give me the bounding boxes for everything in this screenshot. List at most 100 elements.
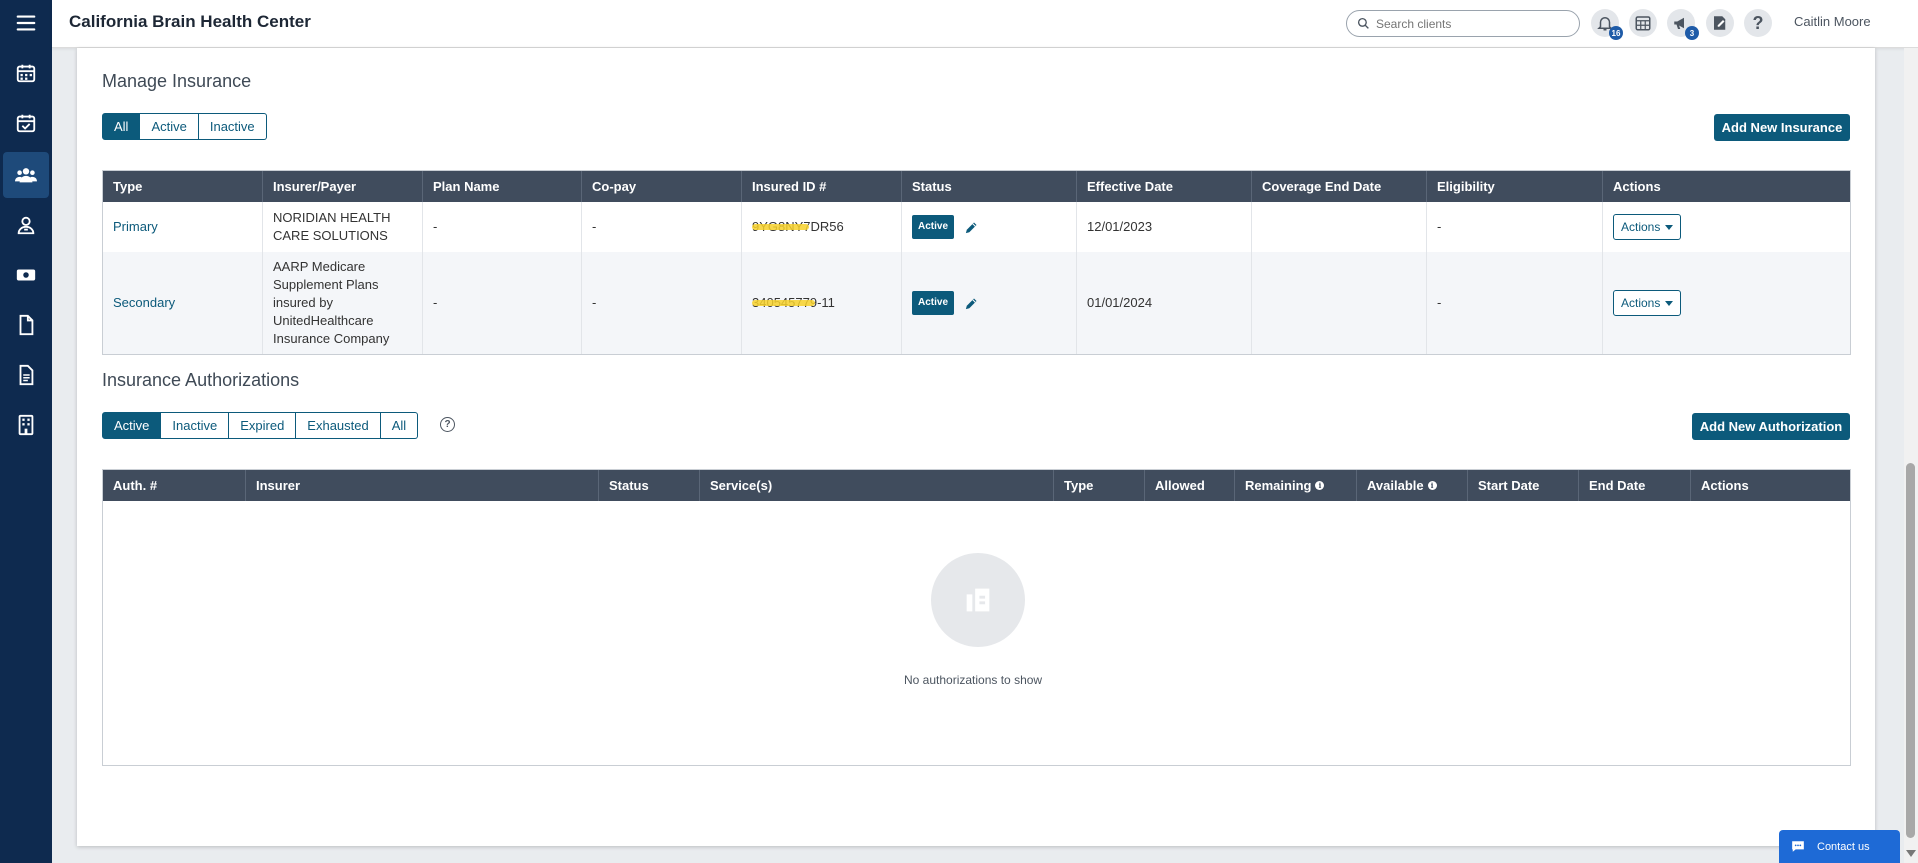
sidebar-item-calendar[interactable]: [0, 50, 52, 96]
col-insured-id[interactable]: Insured ID #: [742, 171, 902, 202]
status-badge: Active: [912, 215, 955, 239]
help-icon: ?: [1752, 12, 1764, 33]
insured-id-cell: 9YG8NY7DR56: [742, 202, 902, 252]
actions-label: Actions: [1621, 296, 1661, 310]
col-copay[interactable]: Co-pay: [582, 171, 742, 202]
notifications-badge: 16: [1609, 26, 1623, 40]
status-cell: Active: [902, 202, 1077, 252]
empty-state-message: No authorizations to show: [904, 673, 1043, 687]
auth-filter-active[interactable]: Active: [102, 412, 162, 439]
col-status[interactable]: Status: [902, 171, 1077, 202]
col-allowed[interactable]: Allowed: [1145, 470, 1235, 501]
redaction-mark: [752, 300, 815, 306]
row-actions-dropdown[interactable]: Actions: [1613, 290, 1682, 316]
col-services[interactable]: Service(s): [700, 470, 1054, 501]
copay-cell: -: [582, 202, 742, 252]
search-icon: [1357, 17, 1369, 29]
signature-icon: [1714, 16, 1726, 30]
manage-insurance-title: Manage Insurance: [102, 71, 252, 91]
eligibility-cell: -: [1427, 252, 1603, 354]
row-actions-dropdown[interactable]: Actions: [1613, 214, 1682, 240]
report-icon: [19, 364, 34, 386]
col-type[interactable]: Type: [103, 171, 263, 202]
pencil-icon[interactable]: [964, 296, 979, 311]
sidebar-item-appointments[interactable]: [0, 100, 52, 146]
sidebar-item-settings[interactable]: [0, 402, 52, 448]
announcements-button[interactable]: 3: [1667, 9, 1699, 40]
search-input[interactable]: [1376, 16, 1566, 31]
help-button[interactable]: ?: [1744, 9, 1772, 37]
plan-name-cell: -: [423, 252, 582, 354]
calendar-icon: [16, 64, 36, 83]
col-effective-date[interactable]: Effective Date: [1077, 171, 1252, 202]
status-badge: Active: [912, 291, 955, 315]
sidebar-item-documents[interactable]: [0, 302, 52, 348]
info-icon[interactable]: i: [1427, 481, 1437, 490]
help-circle-icon[interactable]: ?: [440, 417, 455, 432]
app-title: California Brain Health Center: [69, 12, 311, 31]
authorization-filter-group: Active Inactive Expired Exhausted All: [102, 412, 419, 439]
info-icon[interactable]: i: [1315, 481, 1325, 490]
sidebar-item-billing[interactable]: [0, 252, 52, 298]
insurance-filter-all[interactable]: All: [102, 113, 141, 140]
status-cell: Active: [902, 252, 1077, 354]
insurance-filter-active[interactable]: Active: [140, 113, 199, 140]
auth-filter-all[interactable]: All: [380, 412, 419, 439]
auth-filter-exhausted[interactable]: Exhausted: [296, 412, 381, 439]
authorizations-table-header: Auth. # Insurer Status Service(s) Type A…: [103, 470, 1850, 501]
insurance-filter-group: All Active Inactive: [102, 113, 267, 140]
effective-date-cell: 01/01/2024: [1077, 252, 1252, 354]
col-remaining[interactable]: Remaining i: [1235, 470, 1357, 501]
menu-icon: [16, 15, 36, 31]
col-type[interactable]: Type: [1054, 470, 1145, 501]
col-available-label: Available: [1367, 478, 1424, 493]
contact-us-button[interactable]: Contact us: [1779, 830, 1900, 863]
authorizations-table: Auth. # Insurer Status Service(s) Type A…: [102, 469, 1851, 766]
contact-us-label: Contact us: [1817, 840, 1870, 853]
insurance-table: Type Insurer/Payer Plan Name Co-pay Insu…: [102, 170, 1851, 355]
client-search[interactable]: [1346, 10, 1580, 37]
col-status[interactable]: Status: [599, 470, 700, 501]
col-insurer[interactable]: Insurer/Payer: [263, 171, 423, 202]
caret-down-icon: [1665, 300, 1674, 306]
signatures-button[interactable]: [1706, 9, 1734, 37]
auth-filter-expired[interactable]: Expired: [229, 412, 297, 439]
scroll-down-arrow-icon[interactable]: [1906, 850, 1916, 857]
pencil-icon[interactable]: [964, 220, 979, 235]
sidebar-item-clients[interactable]: [3, 152, 49, 198]
add-new-insurance-button[interactable]: Add New Insurance: [1714, 114, 1850, 141]
empty-document-icon: [966, 588, 990, 612]
insurance-table-header: Type Insurer/Payer Plan Name Co-pay Insu…: [103, 171, 1850, 202]
col-end-date[interactable]: End Date: [1579, 470, 1691, 501]
coverage-end-date-cell: [1252, 202, 1427, 252]
menu-button[interactable]: [0, 0, 52, 46]
col-coverage-end-date[interactable]: Coverage End Date: [1252, 171, 1427, 202]
col-available[interactable]: Available i: [1357, 470, 1468, 501]
actions-cell: Actions: [1603, 202, 1850, 252]
sidebar: [0, 0, 52, 863]
empty-state-icon: [931, 553, 1025, 647]
clients-icon: [15, 168, 37, 183]
calendar-grid-button[interactable]: [1629, 9, 1657, 37]
col-plan-name[interactable]: Plan Name: [423, 171, 582, 202]
scrollbar-thumb[interactable]: [1906, 463, 1915, 838]
add-new-authorization-button[interactable]: Add New Authorization: [1692, 413, 1850, 440]
chat-icon: [1792, 841, 1804, 852]
insurance-type-link[interactable]: Secondary: [113, 294, 175, 312]
calendar-grid-icon: [1635, 16, 1651, 31]
document-icon: [19, 314, 34, 336]
insurance-type-link[interactable]: Primary: [113, 218, 158, 236]
col-remaining-label: Remaining: [1245, 478, 1312, 493]
insurance-filter-inactive[interactable]: Inactive: [198, 113, 267, 140]
col-insurer[interactable]: Insurer: [246, 470, 599, 501]
col-eligibility[interactable]: Eligibility: [1427, 171, 1603, 202]
col-auth-number[interactable]: Auth. #: [103, 470, 246, 501]
col-actions: Actions: [1613, 179, 1661, 194]
col-start-date[interactable]: Start Date: [1468, 470, 1579, 501]
copay-cell: -: [582, 252, 742, 354]
sidebar-item-reports[interactable]: [0, 352, 52, 398]
auth-filter-inactive[interactable]: Inactive: [161, 412, 230, 439]
notifications-button[interactable]: 16: [1591, 9, 1623, 40]
sidebar-item-staff[interactable]: [0, 202, 52, 248]
user-menu[interactable]: Caitlin Moore: [1794, 14, 1871, 29]
